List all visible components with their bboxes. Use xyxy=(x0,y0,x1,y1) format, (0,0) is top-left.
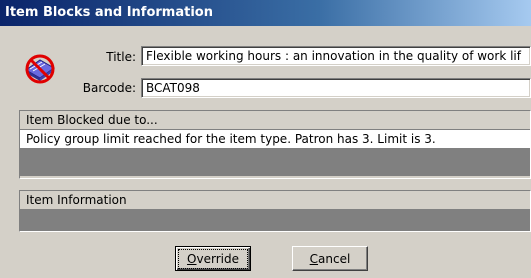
title-label: Title: xyxy=(106,50,136,64)
item-blocked-panel: Item Blocked due to... Policy group limi… xyxy=(19,110,531,179)
window-title: Item Blocks and Information xyxy=(5,5,213,20)
blocked-book-icon xyxy=(20,50,60,86)
cancel-button[interactable]: Cancel xyxy=(292,246,368,271)
item-information-header: Item Information xyxy=(20,191,530,210)
override-button[interactable]: Override xyxy=(175,246,251,271)
title-field[interactable]: Flexible working hours : an innovation i… xyxy=(141,46,531,66)
list-item[interactable]: Policy group limit reached for the item … xyxy=(20,130,530,149)
barcode-field[interactable]: BCAT098 xyxy=(141,78,531,98)
item-information-panel: Item Information xyxy=(19,190,531,232)
barcode-label: Barcode: xyxy=(82,81,136,95)
override-label: Override xyxy=(178,248,248,269)
empty-list-area xyxy=(20,210,530,231)
title-bar: Item Blocks and Information xyxy=(0,0,531,26)
item-blocked-header: Item Blocked due to... xyxy=(20,111,530,130)
empty-list-area xyxy=(20,149,530,176)
cancel-label: Cancel xyxy=(309,251,351,266)
